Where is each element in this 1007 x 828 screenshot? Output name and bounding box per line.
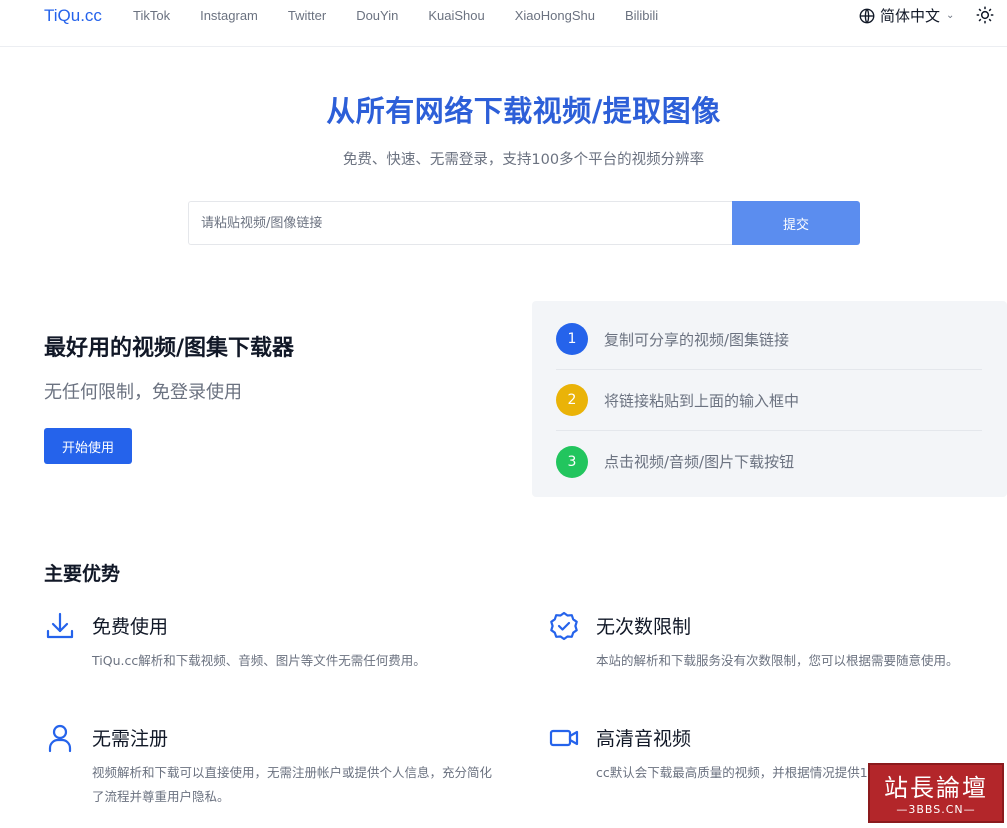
language-label: 简体中文 — [880, 7, 941, 25]
chevron-down-icon: ⌄ — [946, 10, 955, 21]
advantage-description: 本站的解析和下载服务没有次数限制，您可以根据需要随意使用。 — [596, 653, 959, 668]
nav-xiaohongshu[interactable]: XiaoHongShu — [515, 8, 595, 23]
watermark-domain: —3BBS.CN— — [896, 803, 976, 816]
step-text: 将链接粘贴到上面的输入框中 — [604, 391, 800, 410]
step-text: 复制可分享的视频/图集链接 — [604, 330, 790, 349]
nav-bilibili[interactable]: Bilibili — [625, 8, 658, 23]
step-item: 3 点击视频/音频/图片下载按钮 — [556, 431, 982, 492]
step-number: 2 — [556, 384, 588, 416]
watermark-badge: 站長論壇 —3BBS.CN— — [868, 763, 1004, 823]
advantages-heading: 主要优势 — [44, 563, 121, 585]
feature-subtitle: 无任何限制，免登录使用 — [44, 382, 242, 403]
steps-panel: 1 复制可分享的视频/图集链接 2 将链接粘贴到上面的输入框中 3 点击视频/音… — [532, 301, 1007, 497]
advantage-description: TiQu.cc解析和下载视频、音频、图片等文件无需任何费用。 — [92, 653, 426, 668]
platform-nav: TikTok Instagram Twitter DouYin KuaiShou… — [133, 8, 688, 23]
verified-badge-icon — [550, 611, 578, 641]
link-input[interactable] — [188, 201, 732, 245]
start-button[interactable]: 开始使用 — [44, 428, 132, 464]
submit-button[interactable]: 提交 — [732, 201, 860, 245]
hero-title: 从所有网络下载视频/提取图像 — [326, 94, 721, 128]
advantage-title: 免费使用 — [92, 616, 169, 638]
nav-instagram[interactable]: Instagram — [200, 8, 258, 23]
advantage-title: 无需注册 — [92, 728, 169, 750]
advantage-title: 高清音视频 — [596, 728, 692, 750]
nav-kuaishou[interactable]: KuaiShou — [428, 8, 484, 23]
site-logo[interactable]: TiQu.cc — [44, 6, 102, 26]
step-item: 2 将链接粘贴到上面的输入框中 — [556, 370, 982, 431]
nav-douyin[interactable]: DouYin — [356, 8, 398, 23]
language-selector[interactable]: 简体中文 ⌄ — [858, 5, 954, 26]
sun-icon[interactable] — [975, 5, 995, 25]
step-number: 3 — [556, 445, 588, 478]
step-number: 1 — [556, 323, 588, 355]
step-item: 1 复制可分享的视频/图集链接 — [556, 309, 982, 370]
user-icon — [48, 724, 72, 753]
globe-icon — [859, 8, 875, 23]
top-navigation-bar: TiQu.cc TikTok Instagram Twitter DouYin … — [0, 0, 1007, 47]
advantage-description: 视频解析和下载可以直接使用，无需注册帐户或提供个人信息，充分简化了流程并尊重用户… — [92, 765, 493, 804]
step-text: 点击视频/音频/图片下载按钮 — [604, 453, 795, 471]
feature-title: 最好用的视频/图集下载器 — [44, 336, 295, 361]
download-icon — [46, 612, 74, 639]
hero-subtitle: 免费、快速、无需登录，支持100多个平台的视频分辨率 — [342, 152, 705, 168]
watermark-title: 站長論壇 — [884, 774, 988, 802]
advantage-title: 无次数限制 — [596, 616, 692, 638]
nav-tiktok[interactable]: TikTok — [133, 8, 170, 23]
nav-twitter[interactable]: Twitter — [288, 8, 326, 23]
video-camera-icon — [549, 729, 579, 747]
